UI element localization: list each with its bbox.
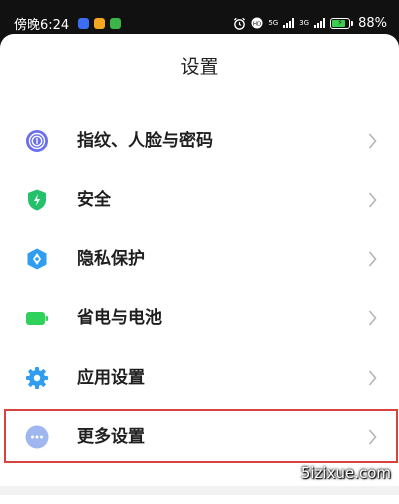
signal-strength-icon <box>283 18 295 28</box>
bottom-strip <box>0 486 399 495</box>
settings-item-privacy[interactable]: 隐私保护 <box>0 233 399 285</box>
network-5g-label: 5G <box>268 18 279 27</box>
settings-item-security[interactable]: 安全 <box>0 174 399 226</box>
gear-icon <box>25 366 49 390</box>
settings-item-battery[interactable]: 省电与电池 <box>0 292 399 344</box>
fingerprint-icon <box>25 129 49 153</box>
app-orange-icon <box>94 17 106 29</box>
watermark: 5izixue.com <box>300 464 391 482</box>
settings-item-label: 省电与电池 <box>77 308 162 328</box>
settings-item-label: 隐私保护 <box>77 249 145 269</box>
settings-item-label: 应用设置 <box>77 368 145 388</box>
privacy-icon <box>25 247 49 271</box>
settings-item-label: 安全 <box>77 190 111 210</box>
app-green-icon <box>110 17 122 29</box>
svg-text:HD: HD <box>253 21 261 27</box>
highlight-box <box>4 409 398 463</box>
alarm-icon <box>234 17 246 30</box>
hd-icon: HD <box>251 17 263 29</box>
chevron-right-icon <box>368 192 377 208</box>
status-bar-right: HD 5G 3G ⚡ 88% <box>233 16 387 31</box>
chevron-right-icon <box>368 310 377 326</box>
chevron-right-icon <box>368 251 377 267</box>
settings-item-app-settings[interactable]: 应用设置 <box>0 352 399 404</box>
app-u-icon <box>78 17 90 29</box>
status-time: 傍晚6:24 <box>14 17 70 33</box>
network-3g-label: 3G <box>299 18 310 27</box>
battery-percent: 88% <box>358 15 387 31</box>
settings-item-fingerprint-face-password[interactable]: 指纹、人脸与密码 <box>0 115 399 167</box>
page-title: 设置 <box>180 56 219 78</box>
chevron-right-icon <box>368 133 377 149</box>
chevron-right-icon <box>368 370 377 386</box>
battery-icon <box>25 306 49 330</box>
battery-icon: ⚡ <box>330 17 351 29</box>
signal-strength-icon-2 <box>314 18 326 28</box>
settings-item-label: 指纹、人脸与密码 <box>77 131 213 151</box>
shield-icon <box>25 188 49 212</box>
status-bar-left: 傍晚6:24 <box>14 14 122 33</box>
